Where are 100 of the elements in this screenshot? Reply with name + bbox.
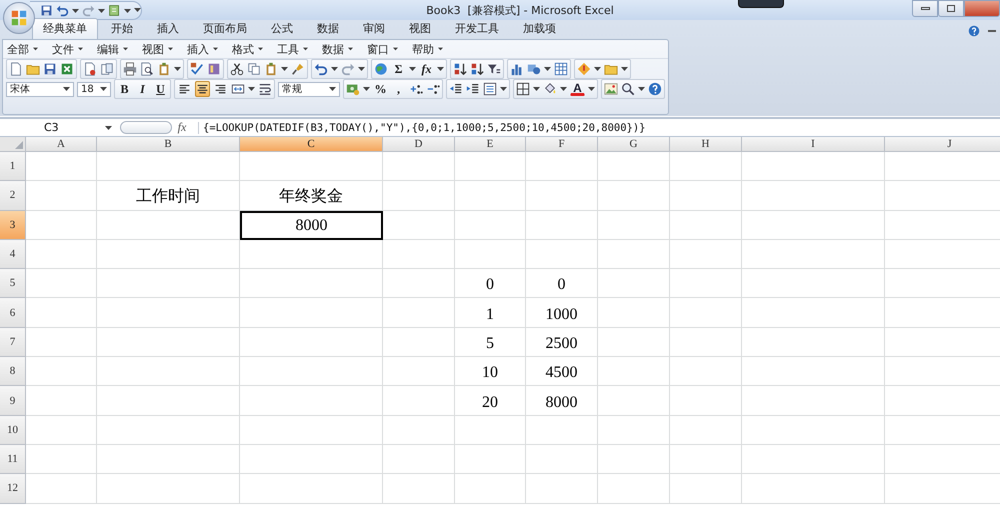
caret-icon[interactable]: [281, 67, 288, 71]
empty-cell[interactable]: [670, 152, 742, 182]
ribbon-tab[interactable]: 审阅: [352, 18, 396, 39]
caret-icon[interactable]: [78, 47, 83, 51]
table-cell[interactable]: 年终奖金: [240, 181, 383, 211]
empty-cell[interactable]: [97, 298, 240, 328]
row-header[interactable]: 5: [0, 269, 26, 298]
caret-icon[interactable]: [348, 47, 353, 51]
empty-cell[interactable]: [742, 240, 885, 270]
empty-cell[interactable]: [670, 386, 742, 416]
zoom-icon[interactable]: [621, 82, 635, 96]
menu-item[interactable]: 数据: [322, 42, 344, 56]
row-header[interactable]: 11: [0, 444, 26, 474]
empty-cell[interactable]: [97, 474, 240, 504]
empty-cell[interactable]: [598, 474, 670, 504]
empty-cell[interactable]: [670, 269, 742, 298]
row-header[interactable]: 10: [0, 416, 26, 445]
percent-button[interactable]: %: [373, 81, 388, 97]
caret-icon[interactable]: [560, 87, 567, 91]
menu-item[interactable]: 窗口: [367, 42, 389, 56]
empty-cell[interactable]: [240, 444, 383, 474]
globe-icon[interactable]: [374, 62, 388, 76]
empty-cell[interactable]: [742, 328, 885, 358]
row-header[interactable]: 1: [0, 152, 26, 182]
caret-icon[interactable]: [303, 47, 308, 51]
minimize-button[interactable]: [912, 0, 938, 17]
empty-cell[interactable]: [598, 269, 670, 298]
font-color-button[interactable]: A: [570, 82, 585, 96]
empty-cell[interactable]: [383, 298, 455, 328]
caret-icon[interactable]: [168, 47, 173, 51]
caret-icon[interactable]: [621, 67, 628, 71]
table-cell[interactable]: 1: [455, 298, 526, 328]
caret-icon[interactable]: [500, 87, 507, 91]
menu-item[interactable]: 格式: [232, 42, 254, 56]
caret-icon[interactable]: [393, 47, 398, 51]
caret-icon[interactable]: [174, 67, 181, 71]
empty-cell[interactable]: [670, 181, 742, 211]
table-cell[interactable]: 5: [455, 328, 526, 358]
caret-icon[interactable]: [638, 87, 645, 91]
list-box-icon[interactable]: [483, 82, 497, 96]
sum-button[interactable]: Σ: [391, 61, 406, 77]
row-header[interactable]: 6: [0, 298, 26, 328]
caret-icon[interactable]: [437, 67, 444, 71]
empty-cell[interactable]: [240, 269, 383, 298]
scissors-icon[interactable]: [230, 62, 244, 76]
save-icon[interactable]: [43, 62, 57, 76]
font-size-field[interactable]: 18: [77, 82, 111, 96]
paint-bucket-icon[interactable]: [543, 82, 557, 96]
empty-cell[interactable]: [97, 328, 240, 358]
empty-cell[interactable]: [383, 416, 455, 445]
border-icon[interactable]: [516, 82, 530, 96]
empty-cell[interactable]: [742, 181, 885, 211]
column-header[interactable]: E: [455, 137, 526, 152]
empty-cell[interactable]: [742, 152, 885, 182]
empty-cell[interactable]: [526, 181, 598, 211]
row-header[interactable]: 12: [0, 474, 26, 504]
caret-icon[interactable]: [33, 47, 38, 51]
empty-cell[interactable]: [97, 152, 240, 182]
spreadsheet-icon[interactable]: [60, 62, 74, 76]
table-cell[interactable]: 0: [455, 269, 526, 298]
empty-cell[interactable]: [383, 386, 455, 416]
number-format-field[interactable]: 常规: [278, 82, 340, 96]
undo-icon[interactable]: [314, 62, 328, 76]
empty-cell[interactable]: [97, 416, 240, 445]
picture-icon[interactable]: [604, 82, 618, 96]
empty-cell[interactable]: [455, 444, 526, 474]
empty-cell[interactable]: [742, 298, 885, 328]
spellcheck-icon[interactable]: [190, 62, 204, 76]
empty-cell[interactable]: [97, 357, 240, 386]
ribbon-tab[interactable]: 视图: [398, 18, 442, 39]
column-header[interactable]: D: [383, 137, 455, 152]
filter-icon[interactable]: [487, 62, 501, 76]
menu-item[interactable]: 全部: [7, 42, 29, 56]
clipboard-icon[interactable]: [264, 62, 278, 76]
empty-cell[interactable]: [598, 328, 670, 358]
function-button[interactable]: fx: [419, 61, 434, 77]
row-header[interactable]: 8: [0, 357, 26, 386]
menu-item[interactable]: 编辑: [97, 42, 119, 56]
empty-cell[interactable]: [742, 444, 885, 474]
ribbon-tab[interactable]: 加载项: [512, 18, 567, 39]
empty-cell[interactable]: [383, 474, 455, 504]
empty-cell[interactable]: [742, 357, 885, 386]
ribbon-tab[interactable]: 插入: [146, 18, 190, 39]
customize-caret-icon[interactable]: [134, 8, 141, 12]
column-header[interactable]: A: [26, 137, 97, 152]
caret-icon[interactable]: [363, 87, 370, 91]
menu-item[interactable]: 视图: [142, 42, 164, 56]
book-icon[interactable]: [207, 62, 221, 76]
empty-cell[interactable]: [742, 210, 885, 240]
table-cell[interactable]: 1000: [526, 298, 598, 328]
ribbon-tab[interactable]: 数据: [306, 18, 350, 39]
caret-icon[interactable]: [438, 47, 443, 51]
folder-icon[interactable]: [26, 62, 40, 76]
empty-cell[interactable]: [526, 416, 598, 445]
table-cell[interactable]: 10: [455, 357, 526, 386]
empty-cell[interactable]: [240, 357, 383, 386]
caret-icon[interactable]: [98, 8, 105, 12]
decrease-decimal-icon[interactable]: [426, 82, 440, 96]
document-pair-icon[interactable]: [100, 62, 114, 76]
table-cell[interactable]: 工作时间: [97, 181, 240, 211]
